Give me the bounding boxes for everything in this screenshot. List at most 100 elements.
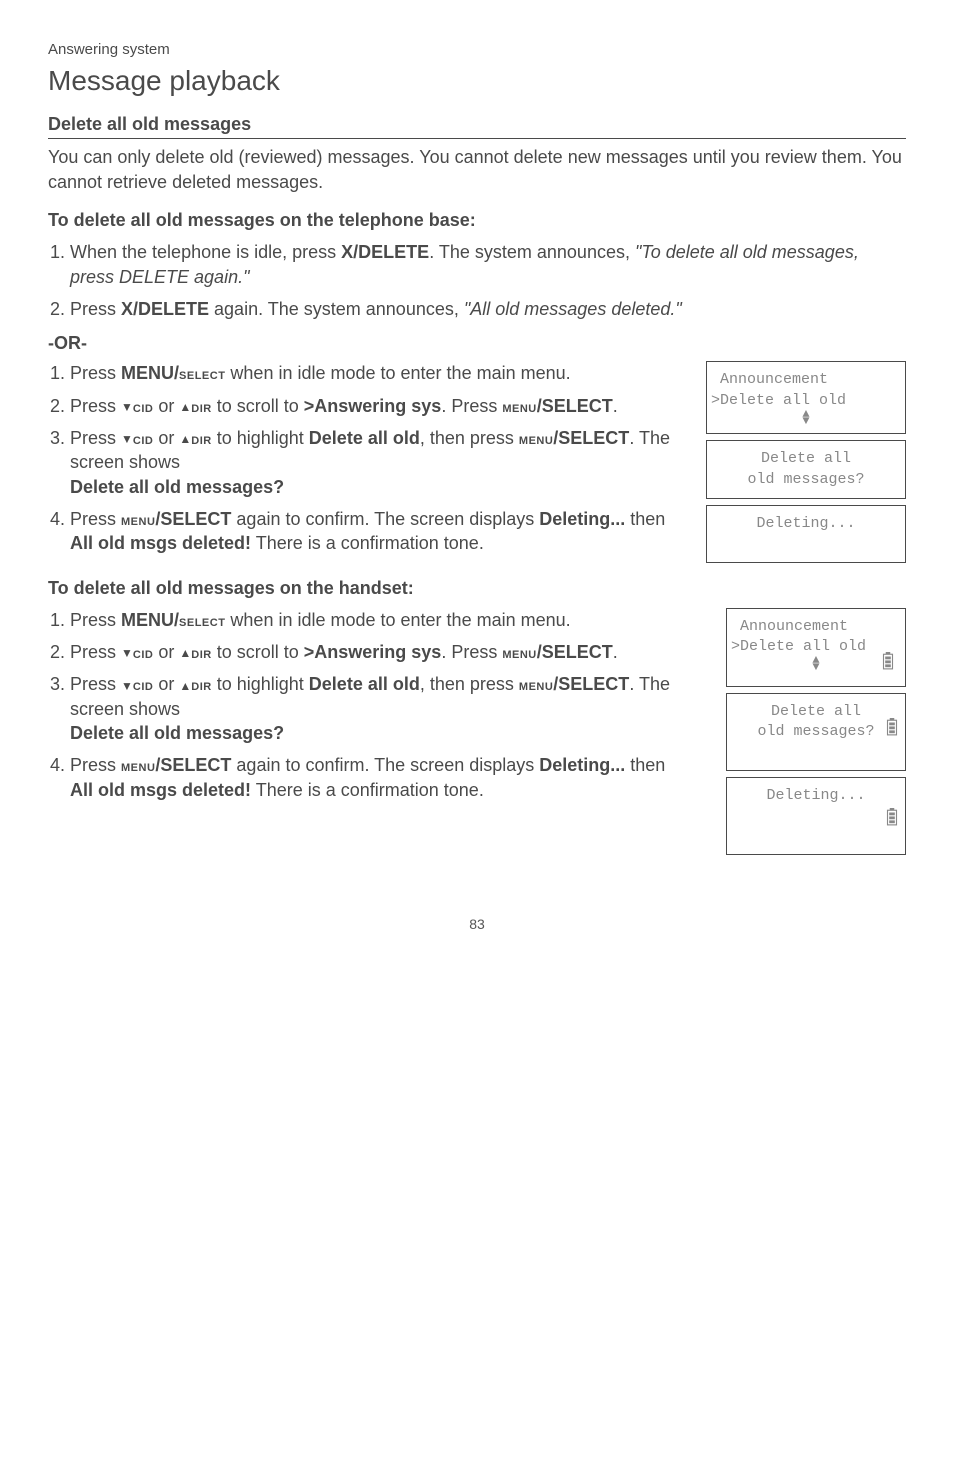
quote: "All old messages deleted." [464, 299, 682, 319]
menu-step-1: Press MENU/SELECT when in idle mode to e… [70, 361, 692, 385]
battery-icon [885, 718, 899, 743]
key-cid: CID [133, 399, 153, 416]
menu-step-4: Press MENU/SELECT again to confirm. The … [70, 507, 692, 556]
menu-target: Delete all old [309, 674, 420, 694]
key-dir: DIR [191, 431, 211, 448]
text: again. The system announces, [209, 299, 464, 319]
lcd-line: old messages? [711, 470, 901, 490]
key-dir: DIR [191, 645, 211, 662]
updown-arrow-icon: ▲▼ [812, 657, 819, 671]
menu-target: Delete all old [309, 428, 420, 448]
down-triangle-icon: ▼ [121, 678, 133, 694]
lcd-line: Announcement [731, 617, 901, 637]
text: or [153, 642, 179, 662]
lcd-handset-deleting: Deleting... [726, 777, 906, 855]
lcd-base-menu: Announcement >Delete all old ▲▼ [706, 361, 906, 434]
text: Press [70, 509, 121, 529]
menu-step-2: Press ▼CID or ▲DIR to scroll to >Answeri… [70, 394, 692, 418]
text: . [613, 642, 618, 662]
key-dir: DIR [191, 677, 211, 694]
page-number: 83 [48, 915, 906, 934]
text: to scroll to [212, 396, 304, 416]
text: or [153, 428, 179, 448]
breadcrumb: Answering system [48, 40, 906, 60]
up-triangle-icon: ▲ [179, 645, 191, 661]
text: Press [70, 396, 121, 416]
battery-icon [881, 652, 895, 677]
menu-target: >Answering sys [304, 642, 442, 662]
text: , then press [420, 428, 519, 448]
text: when in idle mode to enter the main menu… [225, 363, 570, 383]
deleting-label: Deleting... [539, 755, 625, 775]
text: , then press [420, 674, 519, 694]
handset-step-1: Press MENU/SELECT when in idle mode to e… [70, 608, 692, 632]
text: Press [70, 755, 121, 775]
lcd-line: Delete all [731, 702, 901, 722]
menu-step-3: Press ▼CID or ▲DIR to highlight Delete a… [70, 426, 692, 499]
text: . [613, 396, 618, 416]
text: to scroll to [212, 642, 304, 662]
or-label: -OR- [48, 331, 906, 355]
text: or [153, 396, 179, 416]
intro-text: You can only delete old (reviewed) messa… [48, 145, 906, 194]
lcd-line: Deleting... [731, 786, 901, 806]
updown-arrow-icon: ▲▼ [711, 411, 901, 425]
key-menu: MENU [121, 758, 155, 775]
text: again to confirm. The screen displays [231, 755, 539, 775]
done-label: All old msgs deleted! [70, 533, 251, 553]
menu-steps-list: Press MENU/SELECT when in idle mode to e… [48, 361, 692, 555]
key-menu: MENU/ [121, 363, 179, 383]
handset-step-3: Press ▼CID or ▲DIR to highlight Delete a… [70, 672, 692, 745]
text: Press [70, 674, 121, 694]
down-triangle-icon: ▼ [121, 645, 133, 661]
handset-steps-list: Press MENU/SELECT when in idle mode to e… [48, 608, 692, 802]
section-title: Delete all old messages [48, 112, 906, 139]
key-menu: MENU [121, 512, 155, 529]
handset-step-2: Press ▼CID or ▲DIR to scroll to >Answeri… [70, 640, 692, 664]
key-menu: MENU [502, 645, 536, 662]
lcd-line: Announcement [711, 370, 901, 390]
key-select: /SELECT [537, 642, 613, 662]
handset-heading: To delete all old messages on the handse… [48, 576, 906, 600]
lcd-handset-menu: Announcement >Delete all old ▲▼ [726, 608, 906, 687]
text: Press [70, 299, 121, 319]
key-menu: MENU [519, 677, 553, 694]
prompt: Delete all old messages? [70, 723, 284, 743]
prompt: Delete all old messages? [70, 477, 284, 497]
text: then [625, 755, 665, 775]
key-select: /SELECT [553, 674, 629, 694]
text: . Press [441, 642, 502, 662]
text: or [153, 674, 179, 694]
text: When the telephone is idle, press [70, 242, 341, 262]
key-cid: CID [133, 431, 153, 448]
key-menu: MENU [502, 399, 536, 416]
text: . The system announces, [429, 242, 635, 262]
text: Press [70, 363, 121, 383]
key-menu: MENU/ [121, 610, 179, 630]
text: . Press [441, 396, 502, 416]
text: then [625, 509, 665, 529]
key-cid: CID [133, 677, 153, 694]
text: Press [70, 428, 121, 448]
key-select: /SELECT [537, 396, 613, 416]
key-dir: DIR [191, 399, 211, 416]
up-triangle-icon: ▲ [179, 399, 191, 415]
lcd-handset-confirm: Delete all old messages? [726, 693, 906, 771]
lcd-base-confirm: Delete all old messages? [706, 440, 906, 499]
key-select: SELECT [179, 613, 225, 630]
up-triangle-icon: ▲ [179, 678, 191, 694]
text: There is a confirmation tone. [251, 780, 484, 800]
deleting-label: Deleting... [539, 509, 625, 529]
base-step-1: When the telephone is idle, press X/DELE… [70, 240, 906, 289]
key-menu: MENU [519, 431, 553, 448]
down-triangle-icon: ▼ [121, 431, 133, 447]
text: again to confirm. The screen displays [231, 509, 539, 529]
text: when in idle mode to enter the main menu… [225, 610, 570, 630]
down-triangle-icon: ▼ [121, 399, 133, 415]
lcd-line: Delete all [711, 449, 901, 469]
lcd-line: old messages? [731, 722, 901, 742]
battery-icon [885, 808, 899, 833]
key-select: /SELECT [155, 509, 231, 529]
lcd-base-deleting: Deleting... [706, 505, 906, 563]
handset-step-4: Press MENU/SELECT again to confirm. The … [70, 753, 692, 802]
